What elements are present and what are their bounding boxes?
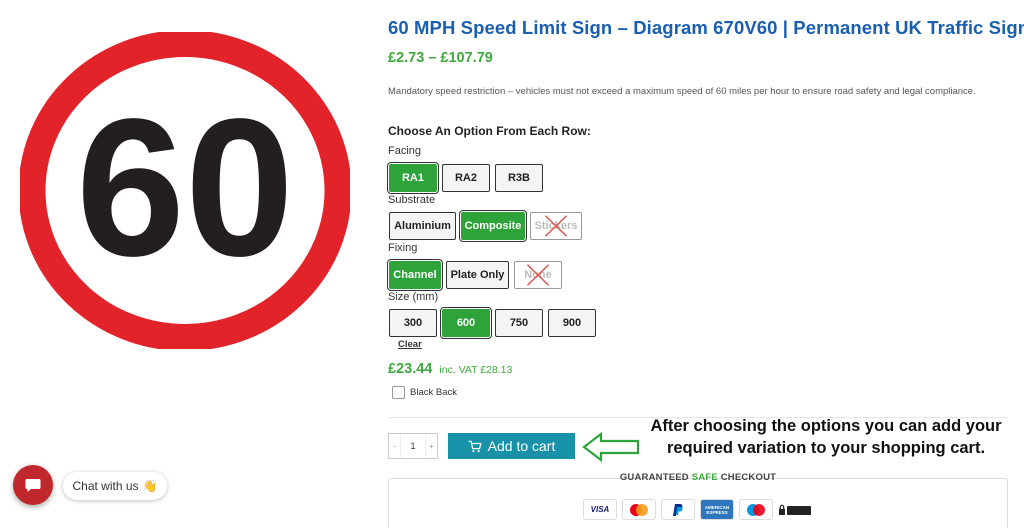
paypal-icon	[661, 499, 695, 520]
checkout-title-safe: SAFE	[691, 472, 718, 483]
black-back-option[interactable]: Black Back	[392, 386, 457, 399]
unavailable-cross-icon	[526, 264, 550, 286]
quantity-stepper[interactable]: - 1 +	[388, 433, 438, 459]
visa-label: VISA	[590, 505, 610, 514]
facing-option-r3b[interactable]: R3B	[495, 164, 543, 192]
visa-icon: VISA	[583, 499, 617, 520]
unavailable-cross-icon	[544, 215, 568, 237]
fixing-option-channel[interactable]: Channel	[387, 259, 443, 291]
size-option-750[interactable]: 750	[495, 309, 543, 337]
american-express-icon: AMERICAN EXPRESS	[700, 499, 734, 520]
instruction-annotation: After choosing the options you can add y…	[644, 415, 1008, 459]
clear-selection-link[interactable]: Clear	[398, 339, 422, 350]
payment-methods: VISA AMERICAN EXPRESS	[583, 499, 812, 520]
checkout-title: GUARANTEED SAFE CHECKOUT	[388, 472, 1008, 483]
size-option-600[interactable]: 600	[440, 307, 492, 339]
variation-price-vat: inc. VAT £28.13	[439, 364, 513, 376]
chat-with-us-button[interactable]: Chat with us 👋	[63, 472, 167, 500]
secure-checkout-lock-icon	[778, 499, 812, 520]
black-back-label: Black Back	[410, 387, 457, 398]
sign-number: 60	[76, 78, 294, 297]
maestro-icon	[739, 499, 773, 520]
add-to-cart-label: Add to cart	[487, 438, 556, 454]
fixing-option-none: None	[514, 261, 562, 289]
quantity-decrease-button[interactable]: -	[389, 434, 400, 458]
substrate-label: Substrate	[388, 194, 436, 206]
quantity-input[interactable]: 1	[400, 434, 426, 458]
speed-limit-sign-image: 60	[20, 32, 350, 349]
quantity-increase-button[interactable]: +	[426, 434, 437, 458]
chat-bubble-icon	[25, 478, 41, 492]
arrow-left-icon	[582, 431, 640, 463]
chat-launcher-button[interactable]	[13, 465, 53, 505]
fixing-option-plate-only[interactable]: Plate Only	[446, 261, 509, 289]
substrate-options: Aluminium Composite Stickers	[389, 210, 582, 242]
annotation-line-2: required variation to your shopping cart…	[666, 439, 986, 457]
checkout-title-part1: GUARANTEED	[619, 472, 689, 483]
annotation-line-1: After choosing the options you can add y…	[650, 417, 1002, 435]
substrate-option-composite[interactable]: Composite	[459, 210, 527, 242]
size-label: Size (mm)	[388, 291, 439, 303]
add-to-cart-button[interactable]: Add to cart	[448, 433, 575, 459]
size-option-300[interactable]: 300	[389, 309, 437, 337]
chat-label: Chat with us	[72, 479, 139, 493]
product-title: 60 MPH Speed Limit Sign – Diagram 670V60…	[388, 17, 1024, 38]
product-image[interactable]: 60	[0, 0, 375, 440]
product-description: Mandatory speed restriction – vehicles m…	[388, 86, 976, 97]
black-back-checkbox[interactable]	[392, 386, 405, 399]
checkout-title-part2: CHECKOUT	[720, 472, 777, 483]
fixing-options: Channel Plate Only None	[387, 259, 562, 291]
size-options: 300 600 750 900	[389, 307, 596, 339]
facing-options: RA1 RA2 R3B	[387, 162, 543, 194]
fixing-label: Fixing	[388, 242, 418, 254]
waving-hand-icon: 👋	[142, 479, 158, 493]
facing-option-ra1[interactable]: RA1	[387, 162, 439, 194]
facing-label: Facing	[388, 145, 422, 157]
facing-option-ra2[interactable]: RA2	[442, 164, 490, 192]
variation-price-amount: £23.44	[388, 361, 433, 377]
substrate-option-aluminium[interactable]: Aluminium	[389, 212, 456, 240]
size-option-900[interactable]: 900	[548, 309, 596, 337]
cart-icon	[467, 440, 482, 452]
mastercard-icon	[622, 499, 656, 520]
substrate-option-stickers: Stickers	[530, 212, 582, 240]
price-range: £2.73 – £107.79	[388, 50, 493, 66]
variation-price: £23.44 inc. VAT £28.13	[388, 361, 512, 377]
options-heading: Choose An Option From Each Row:	[388, 124, 591, 138]
